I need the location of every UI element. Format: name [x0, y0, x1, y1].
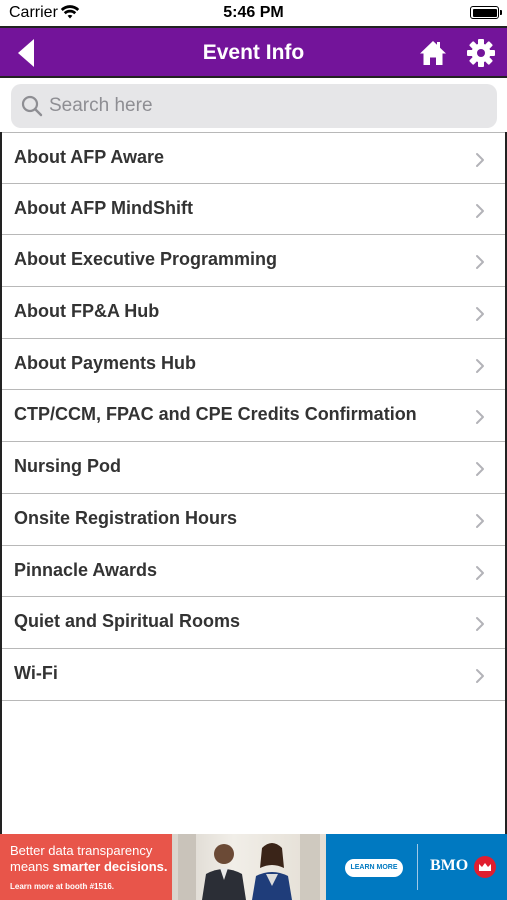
- ad-headline-line2: means smarter decisions.: [10, 860, 168, 874]
- chevron-right-icon: [476, 255, 484, 270]
- list-item-label: CTP/CCM, FPAC and CPE Credits Confirmati…: [14, 404, 417, 425]
- ad-learn-more-button[interactable]: LEARN MORE: [345, 859, 403, 877]
- event-info-list: About AFP Aware About AFP MindShift About …: [0, 132, 507, 834]
- list-item[interactable]: Wi-Fi: [2, 649, 505, 701]
- list-item[interactable]: Quiet and Spiritual Rooms: [2, 597, 505, 649]
- ad-divider: [417, 844, 418, 890]
- chevron-right-icon: [476, 358, 484, 373]
- ad-headline-prefix: means: [10, 859, 53, 874]
- list-item-label: About AFP Aware: [14, 147, 165, 167]
- chevron-right-icon: [476, 462, 484, 477]
- chevron-right-icon: [476, 203, 484, 218]
- list-item[interactable]: Onsite Registration Hours: [2, 494, 505, 546]
- list-item[interactable]: Nursing Pod: [2, 442, 505, 494]
- chevron-right-icon: [476, 565, 484, 580]
- list-item[interactable]: About FP&A Hub: [2, 287, 505, 339]
- list-item[interactable]: About AFP MindShift: [2, 184, 505, 236]
- list-item-label: Wi-Fi: [14, 662, 58, 683]
- chevron-right-icon: [476, 668, 484, 683]
- list-item-label: Pinnacle Awards: [14, 559, 158, 580]
- ad-photo: [172, 834, 326, 900]
- list-item[interactable]: About Executive Programming: [2, 235, 505, 288]
- list-item-label: About Payments Hub: [14, 352, 197, 373]
- chevron-right-icon: [476, 513, 484, 528]
- home-icon[interactable]: [418, 38, 448, 68]
- back-arrow-icon[interactable]: [14, 37, 40, 69]
- bmo-logo-icon: [474, 856, 496, 878]
- ad-headline-line1: Better data transparency: [10, 843, 153, 858]
- ad-people-image: [178, 834, 320, 900]
- list-item[interactable]: Pinnacle Awards: [2, 546, 505, 598]
- ad-booth-note: Learn more at booth #1516.: [10, 882, 115, 891]
- search-input[interactable]: [49, 84, 479, 128]
- list-item-label: About AFP MindShift: [14, 197, 193, 218]
- chevron-right-icon: [476, 617, 484, 632]
- chevron-right-icon: [476, 153, 484, 167]
- list-item-label: About Executive Programming: [14, 249, 278, 270]
- battery-icon: [470, 6, 502, 19]
- ad-banner[interactable]: Better data transparency means smarter d…: [0, 834, 507, 900]
- ad-brand-name: BMO: [430, 857, 469, 874]
- gear-icon[interactable]: [466, 38, 496, 68]
- ad-headline-emphasis: smarter decisions.: [52, 859, 168, 874]
- search-area: [0, 78, 507, 132]
- list-item-label: Quiet and Spiritual Rooms: [14, 611, 241, 632]
- status-bar: Carrier 5:46 PM: [0, 0, 507, 26]
- chevron-right-icon: [476, 307, 484, 322]
- list-item[interactable]: About AFP Aware: [2, 132, 505, 184]
- chevron-right-icon: [476, 410, 484, 425]
- list-item[interactable]: CTP/CCM, FPAC and CPE Credits Confirmati…: [2, 390, 505, 443]
- ad-text-panel: Better data transparency means smarter d…: [0, 834, 172, 900]
- search-bar[interactable]: [11, 84, 497, 128]
- list-item[interactable]: About Payments Hub: [2, 339, 505, 391]
- list-item-label: Onsite Registration Hours: [14, 507, 238, 528]
- nav-bar: Event Info: [0, 26, 507, 78]
- search-icon: [21, 95, 43, 117]
- list-item-label: Nursing Pod: [14, 456, 121, 477]
- list-item-label: About FP&A Hub: [14, 301, 160, 322]
- clock-time: 5:46 PM: [223, 4, 284, 21]
